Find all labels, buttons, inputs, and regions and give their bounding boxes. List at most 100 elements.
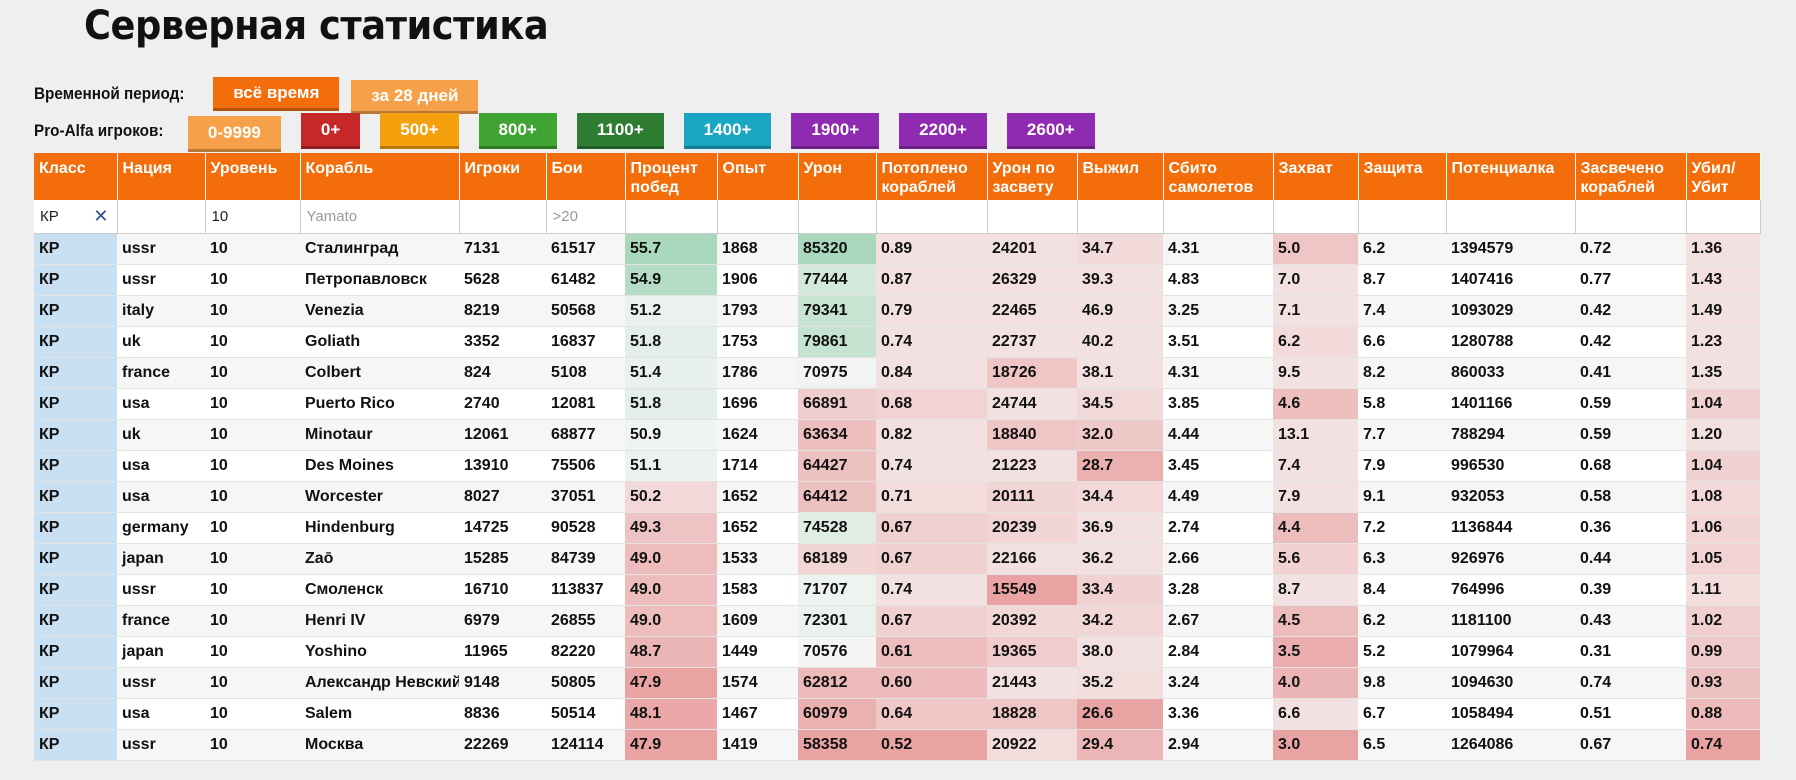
cell-xp: 1652 — [717, 512, 798, 544]
table-row[interactable]: КР usa 10 Puerto Rico 2740 12081 51.8 1696 66891… — [34, 388, 1760, 420]
cell-damage: 60979 — [798, 698, 876, 730]
battles-filter-input[interactable] — [546, 201, 625, 232]
cell-nation: usa — [117, 698, 205, 730]
table-row[interactable]: КР usa 10 Salem 8836 50514 48.1 1467 60979 0.64 18… — [34, 698, 1760, 730]
survived-filter-input[interactable] — [1077, 201, 1163, 232]
table-row[interactable]: КР france 10 Henri IV 6979 26855 49.0 1609 72301… — [34, 605, 1760, 637]
table-row[interactable]: КР italy 10 Venezia 8219 50568 51.2 1793 79341 0.… — [34, 295, 1760, 327]
cell-xp: 1714 — [717, 450, 798, 482]
players-2200-plus-button[interactable]: 2200+ — [899, 113, 987, 149]
cell-potential: 1094630 — [1446, 667, 1575, 699]
players-0-9999-button[interactable]: 0-9999 — [187, 116, 281, 152]
cell-nation: ussr — [117, 667, 205, 699]
winrate-filter-input[interactable] — [625, 201, 717, 232]
column-header-spot-damage[interactable]: Урон по засвету — [987, 153, 1078, 200]
players-1400-plus-button[interactable]: 1400+ — [683, 113, 772, 149]
ship-filter-input[interactable] — [300, 201, 459, 232]
players-filter-cell — [459, 200, 547, 234]
column-header-winrate[interactable]: Процент побед — [625, 153, 718, 200]
column-header-ship[interactable]: Корабль — [300, 153, 460, 200]
cell-kd: 1.11 — [1686, 574, 1760, 606]
players-500-plus-button[interactable]: 500+ — [380, 113, 459, 149]
spot-damage-filter-input[interactable] — [987, 201, 1077, 232]
close-icon[interactable]: ✕ — [93, 206, 108, 227]
column-header-potential[interactable]: Потенциалка — [1446, 153, 1576, 200]
cell-survived: 36.9 — [1077, 512, 1163, 544]
capture-filter-input[interactable] — [1273, 201, 1358, 232]
column-header-class[interactable]: Класс — [34, 153, 118, 200]
column-header-tier[interactable]: Уровень — [205, 153, 301, 200]
column-header-capture[interactable]: Захват — [1273, 153, 1359, 200]
column-header-battles[interactable]: Бои — [546, 153, 626, 200]
players-800-plus-button[interactable]: 800+ — [478, 113, 557, 149]
column-header-planes[interactable]: Сбито самолетов — [1163, 153, 1274, 200]
cell-nation: uk — [117, 326, 205, 358]
cell-nation: usa — [117, 450, 205, 482]
table-row[interactable]: КР ussr 10 Москва 22269 124114 47.9 1419 58358 0.… — [34, 729, 1760, 761]
cell-frags: 0.82 — [876, 419, 987, 451]
frags-filter-input[interactable] — [876, 201, 987, 232]
planes-filter-input[interactable] — [1163, 201, 1273, 232]
table-row[interactable]: КР usa 10 Des Moines 13910 75506 51.1 1714 64427… — [34, 450, 1760, 482]
cell-planes: 4.44 — [1163, 419, 1273, 451]
planes-filter-cell — [1163, 200, 1274, 234]
column-header-spotted[interactable]: Засвечено кораблей — [1575, 153, 1687, 200]
damage-filter-input[interactable] — [798, 201, 876, 232]
cell-planes: 3.85 — [1163, 388, 1273, 420]
potential-filter-input[interactable] — [1446, 201, 1575, 232]
cell-nation: ussr — [117, 264, 205, 296]
period-28-days-button[interactable]: за 28 дней — [351, 80, 479, 114]
cell-tier: 10 — [205, 264, 300, 296]
cell-ship: Zaō — [300, 543, 459, 575]
column-header-players[interactable]: Игроки — [459, 153, 547, 200]
players-0-plus-button[interactable]: 0+ — [300, 113, 361, 149]
column-header-defense[interactable]: Защита — [1358, 153, 1447, 200]
cell-potential: 926976 — [1446, 543, 1575, 575]
table-row[interactable]: КР ussr 10 Сталинград 7131 61517 55.7 1868 85320… — [34, 233, 1760, 265]
cell-winrate: 51.4 — [625, 357, 717, 389]
cell-tier: 10 — [205, 419, 300, 451]
tier-filter-input[interactable] — [205, 201, 300, 232]
cell-potential: 1280788 — [1446, 326, 1575, 358]
column-header-xp[interactable]: Опыт — [717, 153, 799, 200]
cell-spot-damage: 21443 — [987, 667, 1077, 699]
table-row[interactable]: КР ussr 10 Александр Невский 9148 50805 47.9 15… — [34, 667, 1760, 699]
players-1900-plus-button[interactable]: 1900+ — [791, 113, 880, 149]
cell-battles: 5108 — [546, 357, 625, 389]
kd-filter-input[interactable] — [1686, 201, 1760, 232]
cell-capture: 4.4 — [1273, 512, 1358, 544]
xp-filter-input[interactable] — [717, 201, 798, 232]
cell-nation: italy — [117, 295, 205, 327]
table-row[interactable]: КР uk 10 Minotaur 12061 68877 50.9 1624 63634 0.8… — [34, 419, 1760, 451]
column-header-survived[interactable]: Выжил — [1077, 153, 1164, 200]
table-row[interactable]: КР usa 10 Worcester 8027 37051 50.2 1652 64412 0.… — [34, 481, 1760, 513]
spotted-filter-input[interactable] — [1575, 201, 1686, 232]
players-filter-input[interactable] — [459, 201, 546, 232]
period-all-time-button[interactable]: всё время — [213, 77, 340, 111]
cell-class: КР — [34, 667, 117, 699]
column-header-kd[interactable]: Убил/ Убит — [1686, 153, 1761, 200]
cell-potential: 1401166 — [1446, 388, 1575, 420]
players-2600-plus-button[interactable]: 2600+ — [1006, 113, 1095, 149]
column-header-damage[interactable]: Урон — [798, 153, 877, 200]
cell-xp: 1868 — [717, 233, 798, 265]
page-title: Серверная статистика — [84, 3, 549, 49]
nation-filter-input[interactable] — [117, 201, 205, 232]
cell-ship: Worcester — [300, 481, 459, 513]
cell-nation: japan — [117, 543, 205, 575]
table-row[interactable]: КР germany 10 Hindenburg 14725 90528 49.3 1652 7… — [34, 512, 1760, 544]
table-row[interactable]: КР japan 10 Yoshino 11965 82220 48.7 1449 70576 0… — [34, 636, 1760, 668]
table-row[interactable]: КР japan 10 Zaō 15285 84739 49.0 1533 68189 0.67 2… — [34, 543, 1760, 575]
table-row[interactable]: КР ussr 10 Смоленск 16710 113837 49.0 1583 71707… — [34, 574, 1760, 606]
defense-filter-input[interactable] — [1358, 201, 1446, 232]
table-row[interactable]: КР uk 10 Goliath 3352 16837 51.8 1753 79861 0.74 2… — [34, 326, 1760, 358]
cell-capture: 7.4 — [1273, 450, 1358, 482]
cell-potential: 764996 — [1446, 574, 1575, 606]
column-header-nation[interactable]: Нация — [117, 153, 206, 200]
cell-xp: 1624 — [717, 419, 798, 451]
table-row[interactable]: КР france 10 Colbert 824 5108 51.4 1786 70975 0.8… — [34, 357, 1760, 389]
table-row[interactable]: КР ussr 10 Петропавловск 5628 61482 54.9 1906 77… — [34, 264, 1760, 296]
column-header-frags[interactable]: Потоплено кораблей — [876, 153, 988, 200]
players-1100-plus-button[interactable]: 1100+ — [576, 113, 664, 149]
cell-spot-damage: 22465 — [987, 295, 1077, 327]
